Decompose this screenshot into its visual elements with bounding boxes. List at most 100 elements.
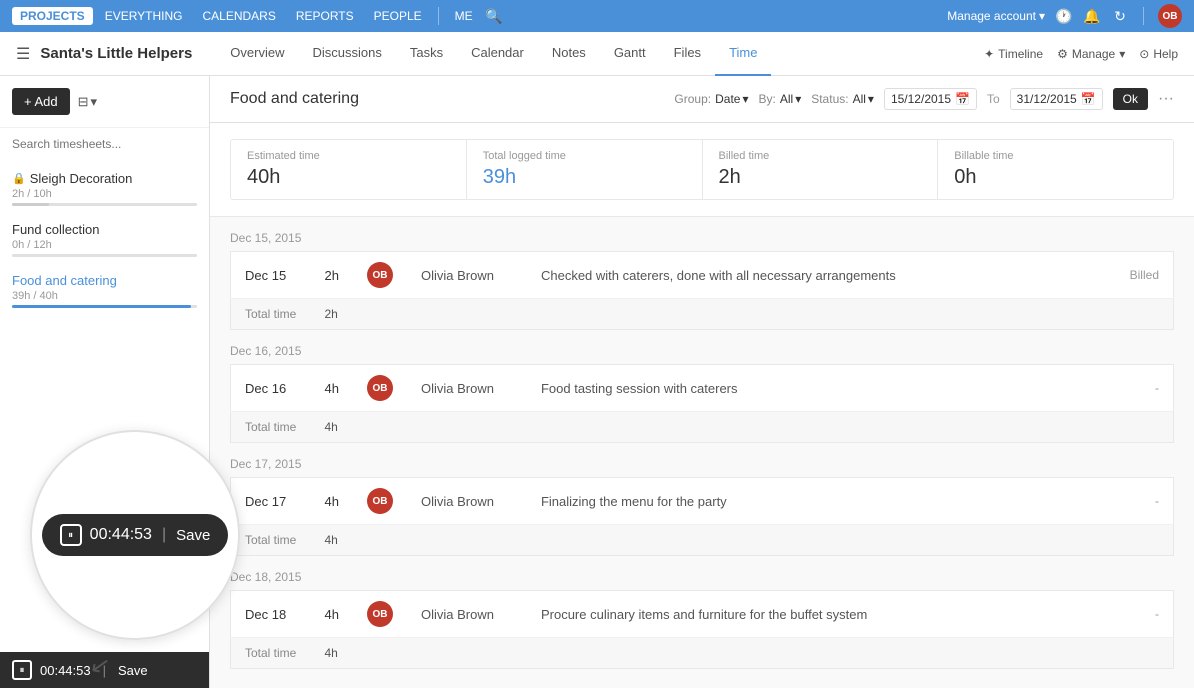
view-toggle-button[interactable]: ⊟ ▾ [78, 94, 97, 110]
entry-description: Food tasting session with caterers [527, 365, 1094, 412]
date-to-input[interactable]: 31/12/2015 📅 [1010, 88, 1103, 110]
table-row[interactable]: Dec 17 4h OB Olivia Brown Finalizing the… [231, 478, 1174, 525]
stat-estimated-label: Estimated time [247, 150, 450, 162]
nav-people[interactable]: PEOPLE [366, 7, 430, 25]
sidebar-item-fund[interactable]: Fund collection 0h / 12h [0, 214, 209, 265]
nav-reports[interactable]: REPORTS [288, 7, 362, 25]
search-input[interactable] [12, 137, 197, 151]
entry-status: Billed [1094, 252, 1174, 299]
entry-avatar-cell: OB [353, 365, 407, 412]
total-hours: 4h [311, 525, 353, 556]
entry-avatar-cell: OB [353, 591, 407, 638]
entry-status: - [1094, 365, 1174, 412]
stat-billable-value: 0h [954, 166, 1157, 189]
table-row[interactable]: Dec 15 2h OB Olivia Brown Checked with c… [231, 252, 1174, 299]
entry-avatar-cell: OB [353, 478, 407, 525]
by-filter: By: All ▾ [759, 92, 802, 106]
add-button[interactable]: + Add [12, 88, 70, 115]
tab-tasks[interactable]: Tasks [396, 32, 457, 76]
timeline-button[interactable]: ✦ Timeline [984, 47, 1043, 61]
entry-description: Procure culinary items and furniture for… [527, 591, 1094, 638]
sidebar-item-food[interactable]: Food and catering 39h / 40h [0, 265, 209, 316]
floating-timer-save-button[interactable]: Save [176, 527, 210, 544]
stat-logged-label: Total logged time [483, 150, 686, 162]
sidebar-item-sleigh[interactable]: 🔒 Sleigh Decoration 2h / 10h [0, 163, 209, 214]
total-row-dec15: Total time 2h [231, 299, 1174, 330]
more-options-button[interactable]: ··· [1158, 90, 1174, 108]
chevron-down-icon-by: ▾ [795, 92, 801, 106]
nav-calendars[interactable]: CALENDARS [194, 7, 283, 25]
total-spacer [353, 412, 1174, 443]
entry-person: Olivia Brown [407, 252, 527, 299]
timer-save-button[interactable]: Save [118, 663, 148, 678]
entry-date: Dec 18 [231, 591, 311, 638]
view-icon: ⊟ [78, 94, 89, 110]
ok-button[interactable]: Ok [1113, 88, 1148, 110]
group-filter-label: Group: [674, 92, 711, 106]
tab-discussions[interactable]: Discussions [298, 32, 395, 76]
timer-pause-button[interactable]: ⏸ [12, 660, 32, 680]
entry-hours: 4h [311, 591, 353, 638]
bell-icon[interactable]: 🔔 [1083, 7, 1101, 25]
entry-description: Checked with caterers, done with all nec… [527, 252, 1094, 299]
total-label: Total time [231, 525, 311, 556]
by-filter-value[interactable]: All ▾ [780, 92, 801, 106]
stats-row: Estimated time 40h Total logged time 39h… [210, 123, 1194, 217]
floating-timer-widget: ⏸ 00:44:53 | Save [42, 514, 229, 556]
avatar[interactable]: OB [1158, 4, 1182, 28]
sidebar-item-name-food: Food and catering [12, 273, 197, 288]
total-spacer [353, 299, 1174, 330]
progress-fill-sleigh [12, 203, 49, 206]
floating-timer-time: 00:44:53 [90, 526, 152, 544]
status-filter-label: Status: [811, 92, 848, 106]
nav-me[interactable]: ME [447, 7, 481, 25]
entry-person: Olivia Brown [407, 591, 527, 638]
sidebar-item-name-sleigh: 🔒 Sleigh Decoration [12, 171, 197, 186]
time-table-dec16: Dec 16 4h OB Olivia Brown Food tasting s… [230, 364, 1174, 443]
date-from-input[interactable]: 15/12/2015 📅 [884, 88, 977, 110]
nav-projects[interactable]: PROJECTS [12, 7, 93, 25]
group-filter-value[interactable]: Date ▾ [715, 92, 748, 106]
total-label: Total time [231, 299, 311, 330]
nav-divider [438, 7, 439, 25]
content-filters: Group: Date ▾ By: All ▾ Status: [674, 88, 1174, 110]
floating-timer-divider: | [162, 526, 166, 544]
date-group-header-dec18: Dec 18, 2015 [230, 556, 1174, 590]
refresh-icon[interactable]: ↻ [1111, 7, 1129, 25]
tab-gantt[interactable]: Gantt [600, 32, 660, 76]
tab-calendar[interactable]: Calendar [457, 32, 538, 76]
entry-date: Dec 16 [231, 365, 311, 412]
tab-notes[interactable]: Notes [538, 32, 600, 76]
table-row[interactable]: Dec 16 4h OB Olivia Brown Food tasting s… [231, 365, 1174, 412]
table-row[interactable]: Dec 18 4h OB Olivia Brown Procure culina… [231, 591, 1174, 638]
entry-status: - [1094, 478, 1174, 525]
nav-everything[interactable]: EVERYTHING [97, 7, 191, 25]
progress-fill-food [12, 305, 191, 308]
manage-account-button[interactable]: Manage account ▾ [947, 9, 1045, 23]
hamburger-icon[interactable]: ☰ [16, 44, 30, 64]
time-table-dec18: Dec 18 4h OB Olivia Brown Procure culina… [230, 590, 1174, 669]
gear-icon: ⚙ [1057, 47, 1068, 61]
entry-status: - [1094, 591, 1174, 638]
total-row-dec17: Total time 4h [231, 525, 1174, 556]
status-filter-value[interactable]: All ▾ [853, 92, 874, 106]
total-label: Total time [231, 412, 311, 443]
date-group-header-dec16: Dec 16, 2015 [230, 330, 1174, 364]
calendar-icon-to: 📅 [1081, 92, 1096, 106]
content-header: Food and catering Group: Date ▾ By: All … [210, 76, 1194, 123]
progress-bar-sleigh [12, 203, 197, 206]
help-button[interactable]: ⊙ Help [1139, 47, 1178, 61]
clock-icon[interactable]: 🕐 [1055, 7, 1073, 25]
tab-files[interactable]: Files [660, 32, 715, 76]
chevron-down-icon-view: ▾ [91, 94, 98, 110]
tab-overview[interactable]: Overview [216, 32, 298, 76]
total-hours: 4h [311, 412, 353, 443]
chevron-down-icon-group: ▾ [742, 92, 748, 106]
avatar: OB [367, 262, 393, 288]
floating-timer-pause-button[interactable]: ⏸ [60, 524, 82, 546]
sidebar-timer-bar: ⏸ 00:44:53 | Save [0, 652, 209, 688]
sidebar-search-container [0, 128, 209, 159]
search-icon[interactable]: 🔍 [485, 7, 503, 25]
tab-time[interactable]: Time [715, 32, 771, 76]
manage-button[interactable]: ⚙ Manage ▾ [1057, 47, 1125, 61]
